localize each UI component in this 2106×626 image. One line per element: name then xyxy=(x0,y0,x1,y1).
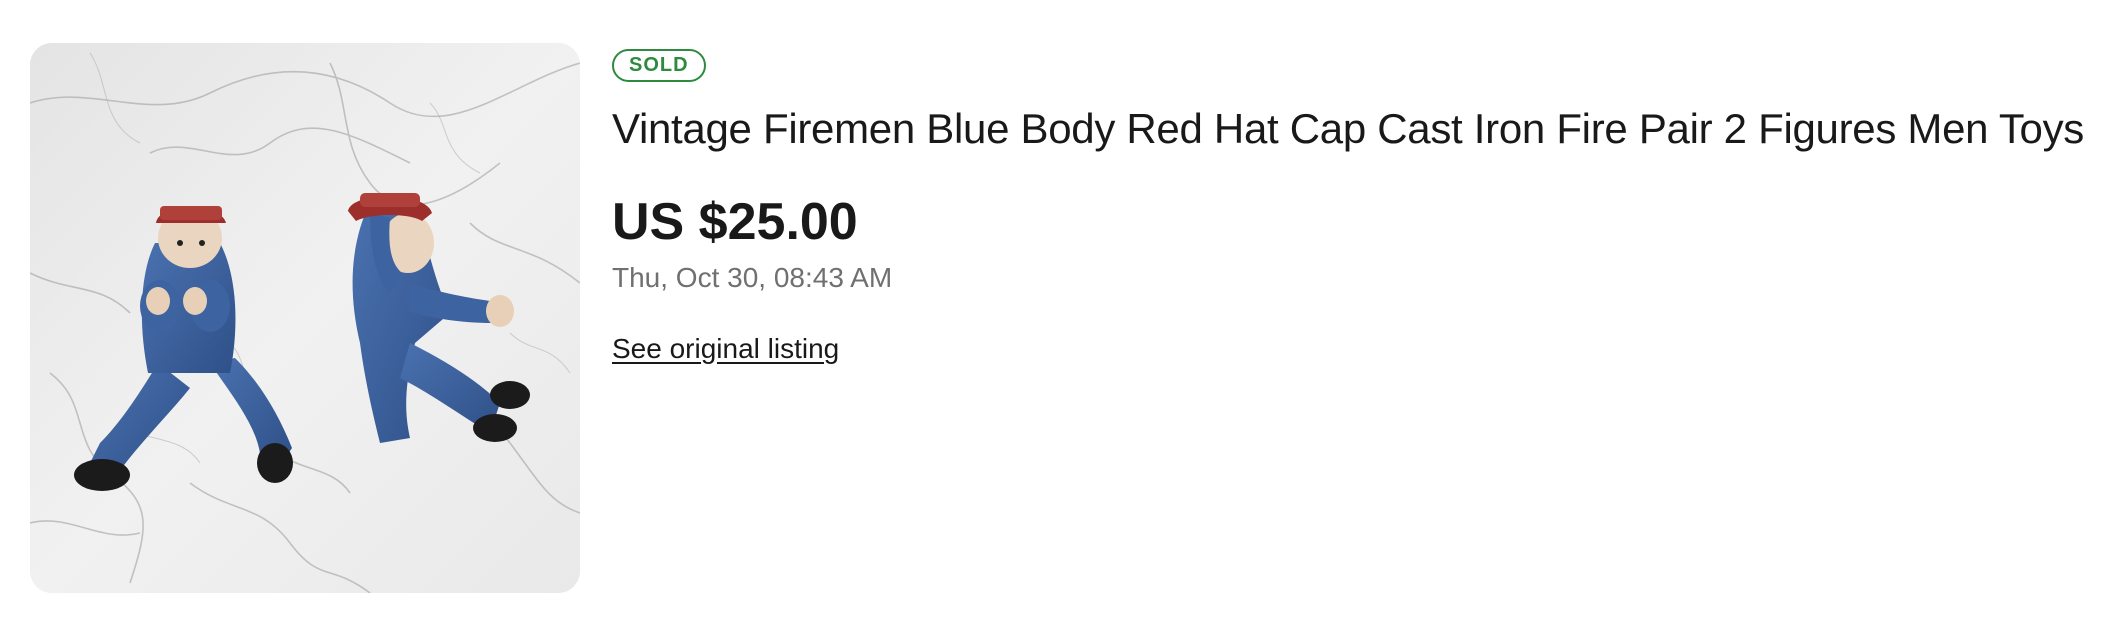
see-original-listing-link[interactable]: See original listing xyxy=(612,332,839,366)
status-badge: SOLD xyxy=(612,49,706,82)
sold-date: Thu, Oct 30, 08:43 AM xyxy=(612,262,893,293)
listing-card: SOLD Vintage Firemen Blue Body Red Hat C… xyxy=(0,0,2106,626)
product-image xyxy=(30,43,580,593)
listing-title: Vintage Firemen Blue Body Red Hat Cap Ca… xyxy=(612,105,2084,152)
listing-price: US $25.00 xyxy=(612,193,858,251)
listing-info: SOLD Vintage Firemen Blue Body Red Hat C… xyxy=(612,49,2106,366)
product-photo[interactable] xyxy=(30,43,580,593)
